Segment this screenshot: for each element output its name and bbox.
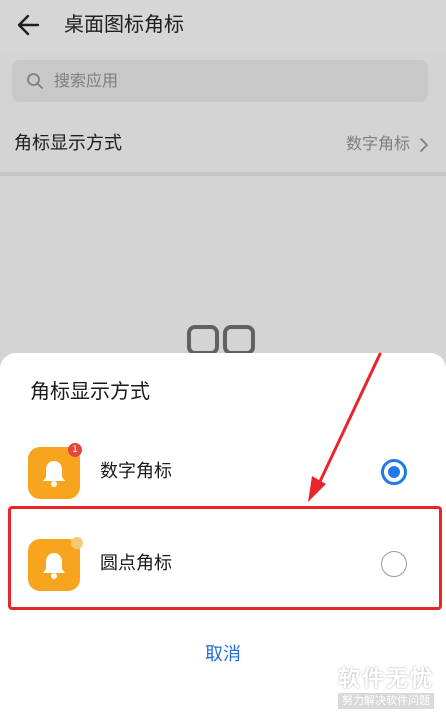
watermark: 软件无忧 努力解决软件问题 — [337, 667, 434, 709]
bell-icon — [43, 461, 65, 487]
annotation-highlight-box — [8, 506, 442, 610]
option-label: 数字角标 — [100, 461, 172, 482]
watermark-main: 软件无忧 — [337, 667, 434, 692]
annotation-arrow-icon — [308, 352, 382, 502]
app-icon: 1 — [28, 443, 82, 499]
number-badge: 1 — [68, 443, 82, 457]
cancel-button[interactable]: 取消 — [173, 628, 273, 678]
watermark-sub: 努力解决软件问题 — [337, 693, 434, 709]
sheet-title: 角标显示方式 — [30, 379, 150, 403]
